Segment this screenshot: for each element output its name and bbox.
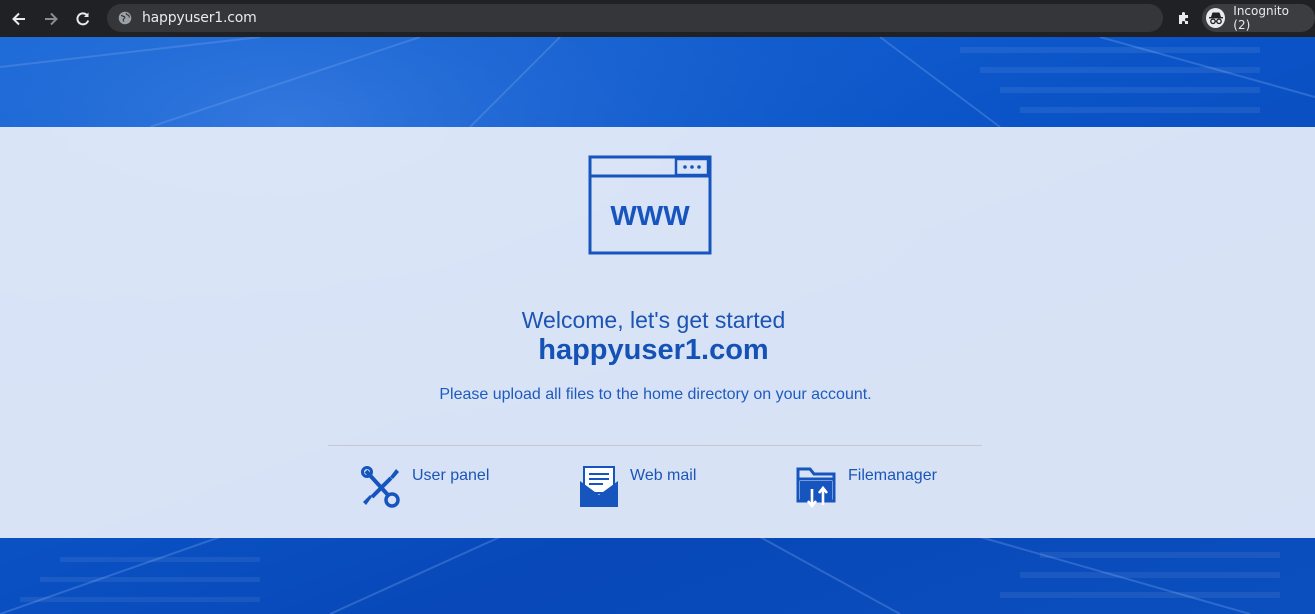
mail-icon xyxy=(580,466,618,507)
arrow-right-icon xyxy=(45,12,58,25)
www-label: WWW xyxy=(610,200,690,231)
web-mail-label: Web mail xyxy=(630,467,697,484)
user-panel-label: User panel xyxy=(412,467,490,484)
upload-instructions: Please upload all files to the home dire… xyxy=(439,386,872,403)
browser-toolbar: happyuser1.com Incognito (2) xyxy=(0,0,1315,37)
filemanager-link[interactable]: Filemanager xyxy=(796,465,937,509)
filemanager-label: Filemanager xyxy=(848,467,937,484)
incognito-icon xyxy=(1206,8,1226,28)
globe-icon xyxy=(118,11,132,25)
domain-title: happyuser1.com xyxy=(538,334,769,366)
reload-button[interactable] xyxy=(70,6,96,32)
extensions-puzzle-icon[interactable] xyxy=(1176,9,1194,27)
incognito-label: Incognito (2) xyxy=(1233,4,1289,32)
reload-icon xyxy=(76,11,90,25)
address-bar[interactable]: happyuser1.com xyxy=(107,4,1163,32)
tools-icon xyxy=(361,466,400,508)
incognito-indicator[interactable]: Incognito (2) xyxy=(1202,4,1315,32)
forward-button[interactable] xyxy=(38,6,64,32)
user-panel-link[interactable]: User panel xyxy=(360,465,489,509)
divider xyxy=(328,445,982,446)
arrow-left-icon xyxy=(12,12,25,25)
web-mail-link[interactable]: Web mail xyxy=(578,465,696,509)
back-button[interactable] xyxy=(6,6,32,32)
welcome-heading: Welcome, let's get started xyxy=(521,307,786,333)
www-browser-window-icon: WWW xyxy=(588,155,712,255)
folder-transfer-icon xyxy=(796,467,836,509)
url-text: happyuser1.com xyxy=(142,10,257,26)
